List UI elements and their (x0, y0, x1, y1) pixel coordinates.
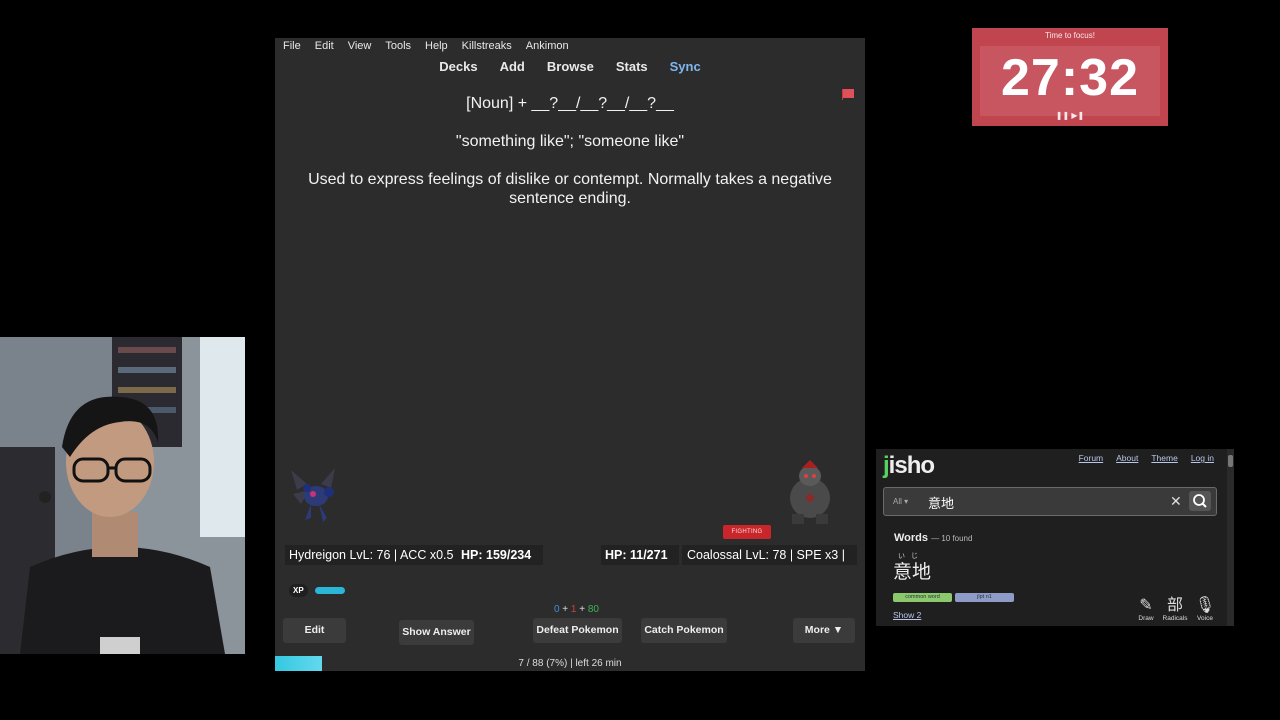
link-browse[interactable]: Browse (536, 59, 605, 74)
link-sync[interactable]: Sync (659, 59, 712, 74)
word-entry[interactable]: 意地 (893, 557, 931, 584)
card-usage-text: Used to express feelings of dislike or c… (308, 171, 832, 207)
webcam-feed (0, 337, 245, 654)
catch-pokemon-button[interactable]: Catch Pokemon (641, 618, 727, 643)
focus-timer: Time to focus! 27:32 ❚❚ ▶❚ (972, 28, 1168, 126)
tag-common-word: common word (893, 593, 952, 602)
jisho-window: jisho Forum About Theme Log in All ▾ ✕ W… (876, 449, 1234, 626)
xp-bar (315, 587, 345, 594)
review-count: 80 (587, 604, 599, 615)
more-button[interactable]: More ▼ (793, 618, 855, 643)
jisho-logo[interactable]: jisho (883, 452, 935, 480)
count-separator: + (576, 604, 588, 615)
enemy-pokemon-info: Coalossal LvL: 78 | SPE x3 | (682, 545, 857, 565)
top-links: Decks Add Browse Stats Sync (275, 59, 865, 74)
draw-icon: ✎ (1139, 595, 1153, 614)
timer-controls[interactable]: ❚❚ ▶❚ (972, 111, 1168, 120)
mic-icon: 🎙 (1194, 595, 1216, 614)
link-stats[interactable]: Stats (605, 59, 659, 74)
jisho-scrollbar[interactable] (1227, 449, 1234, 626)
link-decks[interactable]: Decks (428, 59, 488, 74)
player-pokemon-sprite (291, 468, 335, 522)
words-count: — 10 found (931, 534, 973, 543)
nav-about[interactable]: About (1103, 453, 1138, 463)
enemy-pokemon-sprite (790, 460, 830, 524)
nav-login[interactable]: Log in (1178, 453, 1214, 463)
enemy-hp: HP: 11/271 (601, 545, 679, 565)
draw-tool[interactable]: ✎ Draw (1133, 595, 1159, 622)
card-meaning-text: "something like"; "someone like" (455, 133, 685, 150)
radicals-icon: 部 (1166, 595, 1183, 614)
anki-window: File Edit View Tools Help Killstreaks An… (275, 38, 865, 671)
nav-theme[interactable]: Theme (1138, 453, 1177, 463)
menu-ankimon[interactable]: Ankimon (519, 38, 576, 55)
scrollbar-thumb[interactable] (1228, 455, 1233, 467)
voice-label: Voice (1197, 615, 1213, 622)
search-input[interactable] (926, 492, 1170, 512)
count-separator: + (559, 604, 571, 615)
search-button[interactable] (1189, 491, 1211, 511)
enemy-type-badge: FIGHTING (723, 525, 771, 539)
jisho-logo-rest: isho (888, 452, 935, 479)
show-answer-button[interactable]: Show Answer (399, 620, 474, 645)
card-front-text: [Noun] + __?__/__?__/__?__ (466, 95, 674, 112)
player-pokemon-info: Hydreigon LvL: 76 | ACC x0.5 (285, 545, 459, 565)
words-heading-title: Words (894, 532, 929, 544)
due-counts: 0 + 1 + 80 (275, 604, 599, 615)
edit-button[interactable]: Edit (283, 618, 346, 643)
link-add[interactable]: Add (489, 59, 536, 74)
menu-edit[interactable]: Edit (308, 38, 341, 55)
show-more-link[interactable]: Show 2 (893, 610, 921, 620)
player-hp: HP: 159/234 (457, 545, 543, 565)
menu-bar: File Edit View Tools Help Killstreaks An… (275, 38, 576, 55)
menu-killstreaks[interactable]: Killstreaks (455, 38, 519, 55)
menu-file[interactable]: File (275, 38, 308, 55)
webcam-image (0, 337, 245, 654)
jisho-nav: Forum About Theme Log in (1066, 453, 1214, 463)
xp-label: XP (289, 584, 308, 597)
menu-help[interactable]: Help (418, 38, 455, 55)
nav-forum[interactable]: Forum (1066, 453, 1104, 463)
timer-time: 27:32 (1001, 49, 1139, 107)
status-text: 7 / 88 (7%) | left 26 min (518, 658, 622, 669)
menu-view[interactable]: View (341, 38, 379, 55)
radicals-tool[interactable]: 部 Radicals (1162, 595, 1188, 622)
voice-tool[interactable]: 🎙 Voice (1192, 595, 1218, 622)
draw-label: Draw (1138, 615, 1154, 622)
search-filter-dropdown[interactable]: All ▾ (893, 497, 908, 506)
menu-tools[interactable]: Tools (378, 38, 418, 55)
words-heading: Words — 10 found (894, 532, 972, 544)
jisho-search-bar: All ▾ ✕ (883, 487, 1217, 516)
timer-title: Time to focus! (1045, 31, 1095, 40)
search-icon (1193, 494, 1207, 508)
clear-icon[interactable]: ✕ (1170, 493, 1182, 510)
tag-jlpt: jlpt n1 (955, 593, 1014, 602)
radicals-label: Radicals (1162, 615, 1188, 622)
defeat-pokemon-button[interactable]: Defeat Pokemon (533, 618, 622, 643)
